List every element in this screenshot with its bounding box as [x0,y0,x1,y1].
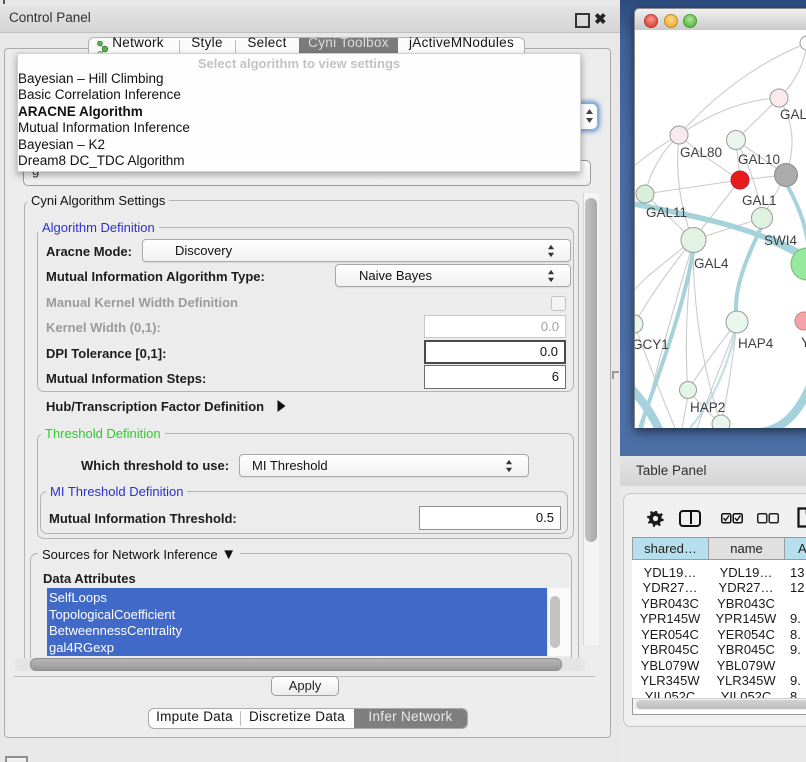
svg-text:GAL1: GAL1 [742,193,777,208]
svg-text:GCY1: GCY1 [635,337,669,352]
svg-text:GAL10: GAL10 [738,152,780,167]
svg-text:SWI4: SWI4 [764,233,797,248]
svg-text:GAL80: GAL80 [680,145,722,160]
svg-text:HAP4: HAP4 [738,336,774,351]
svg-text:YM: YM [801,335,806,350]
svg-text:GAL4: GAL4 [694,256,729,271]
svg-text:HAP2: HAP2 [690,400,725,415]
svg-text:GAL11: GAL11 [646,205,687,220]
svg-text:GAL2: GAL2 [780,107,806,122]
